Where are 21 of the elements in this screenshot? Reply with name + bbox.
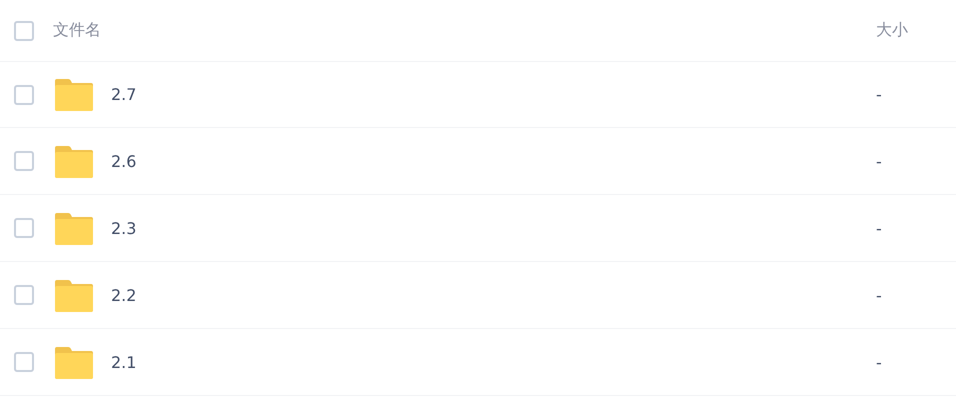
checkbox[interactable] [14, 84, 34, 104]
checkbox[interactable] [14, 285, 34, 305]
folder-icon [54, 212, 94, 244]
file-name[interactable]: 2.2 [111, 286, 876, 304]
checkbox[interactable] [14, 352, 34, 372]
file-name[interactable]: 2.1 [111, 352, 876, 372]
folder-icon [54, 78, 94, 111]
folder-icon [54, 144, 94, 178]
checkbox[interactable] [14, 20, 34, 40]
checkbox[interactable] [14, 151, 34, 171]
file-name[interactable]: 2.3 [111, 218, 876, 238]
file-size: - [876, 85, 883, 104]
folder-icon [54, 346, 94, 378]
file-name[interactable]: 2.6 [111, 152, 876, 170]
file-size: - [876, 286, 883, 304]
checkbox[interactable] [14, 218, 34, 238]
file-size: - [876, 218, 883, 238]
file-size: - [876, 352, 883, 372]
file-name[interactable]: 2.7 [111, 85, 876, 104]
file-size: - [876, 152, 883, 170]
folder-icon [54, 278, 94, 312]
